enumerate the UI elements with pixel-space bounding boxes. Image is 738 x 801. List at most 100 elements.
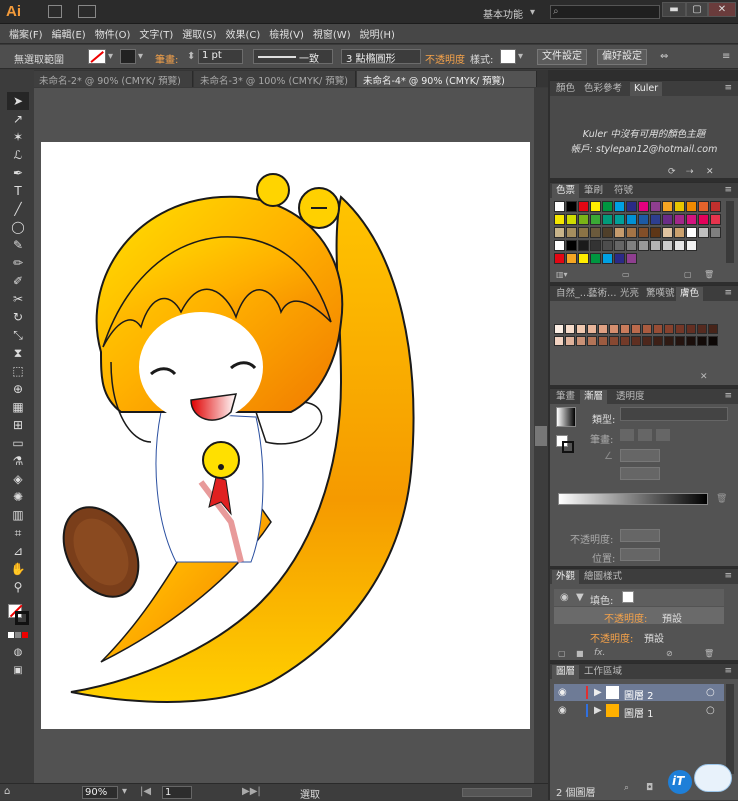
minimize-button[interactable]: ▬ xyxy=(662,2,686,17)
color-swatch[interactable] xyxy=(614,227,625,238)
paintbrush-tool-icon[interactable]: ✎ xyxy=(7,236,29,254)
tab-glossy[interactable]: 光亮 xyxy=(616,287,643,301)
eyedropper-tool-icon[interactable]: ⚗ xyxy=(7,452,29,470)
stroke-label[interactable]: 筆畫: xyxy=(155,51,178,66)
skin-tone-swatch[interactable] xyxy=(609,336,619,346)
tab-symbols[interactable]: 符號 xyxy=(610,184,637,198)
tab-exclamation[interactable]: 驚嘆號 xyxy=(642,287,679,301)
screen-mode-icon[interactable]: ▣ xyxy=(7,662,29,680)
stroke-color-icon[interactable] xyxy=(15,611,29,625)
fill-dropdown-icon[interactable]: ▾ xyxy=(108,51,113,62)
tab-gradient[interactable]: 漸層 xyxy=(580,390,608,404)
document-setup-button[interactable]: 文件設定 xyxy=(537,49,587,65)
shape-builder-tool-icon[interactable]: ⊕ xyxy=(7,380,29,398)
color-swatch[interactable] xyxy=(650,201,661,212)
tab-document-3[interactable]: 未命名-3* @ 100% (CMYK/ 預覽) xyxy=(194,71,356,87)
launch-kuler-icon[interactable]: ⇢ xyxy=(686,167,694,177)
color-swatch[interactable] xyxy=(602,253,613,264)
color-swatch[interactable] xyxy=(650,214,661,225)
skin-tone-swatch[interactable] xyxy=(598,324,608,334)
add-effect-button[interactable]: fx. xyxy=(594,648,605,658)
color-swatch[interactable] xyxy=(698,227,709,238)
color-swatch[interactable] xyxy=(638,240,649,251)
panel-menu-icon[interactable]: ≡ xyxy=(724,666,732,676)
canvas-vertical-scrollbar[interactable] xyxy=(534,88,548,783)
layer-visibility-eye-icon[interactable]: ◉ xyxy=(558,687,567,698)
menu-type[interactable]: 文字(T) xyxy=(139,26,173,41)
color-mode-icon[interactable] xyxy=(8,632,14,638)
layer-target-icon[interactable]: ○ xyxy=(706,705,715,716)
new-color-group-icon[interactable]: ▭ xyxy=(622,270,630,279)
stop-opacity-input[interactable] xyxy=(620,529,660,542)
color-swatch[interactable] xyxy=(626,214,637,225)
angle-input[interactable] xyxy=(620,449,660,462)
menu-help[interactable]: 說明(H) xyxy=(360,26,395,41)
opacity-label[interactable]: 不透明度 xyxy=(425,51,465,66)
color-swatch[interactable] xyxy=(554,227,565,238)
layer-row-2[interactable]: ◉ ▶ 圖層 2 ○ xyxy=(554,684,724,702)
menu-edit[interactable]: 編輯(E) xyxy=(52,26,86,41)
skin-tone-swatch[interactable] xyxy=(675,336,685,346)
color-swatch[interactable] xyxy=(686,214,697,225)
fill-opacity-link[interactable]: 不透明度: xyxy=(604,610,647,625)
color-swatch[interactable] xyxy=(554,240,565,251)
stop-location-input[interactable] xyxy=(620,548,660,561)
add-stroke-icon[interactable]: ▢ xyxy=(558,649,566,658)
menu-view[interactable]: 檢視(V) xyxy=(269,26,304,41)
tab-appearance[interactable]: 外觀 xyxy=(552,570,580,584)
type-tool-icon[interactable]: T xyxy=(7,182,29,200)
color-swatch[interactable] xyxy=(674,214,685,225)
swatches-scrollbar[interactable] xyxy=(726,201,734,263)
tab-graphic-styles[interactable]: 繪圖樣式 xyxy=(580,570,626,584)
skin-tone-swatch[interactable] xyxy=(708,324,718,334)
panel-menu-icon[interactable]: ≡ xyxy=(724,288,732,298)
tab-color-guide[interactable]: 色彩參考 xyxy=(580,82,626,96)
color-swatch[interactable] xyxy=(626,227,637,238)
color-swatch[interactable] xyxy=(554,253,565,264)
panel-menu-icon[interactable]: ≡ xyxy=(724,391,732,401)
skin-tone-swatch[interactable] xyxy=(708,336,718,346)
zoom-level-field[interactable]: 90% xyxy=(82,786,118,799)
color-swatch[interactable] xyxy=(554,214,565,225)
color-swatch[interactable] xyxy=(602,201,613,212)
selection-tool-icon[interactable]: ➤ xyxy=(7,92,29,110)
color-swatch[interactable] xyxy=(578,201,589,212)
color-swatch[interactable] xyxy=(638,201,649,212)
make-clipping-mask-icon[interactable]: ◘ xyxy=(646,783,653,793)
skin-tone-swatch[interactable] xyxy=(554,324,564,334)
color-swatch[interactable] xyxy=(662,227,673,238)
color-swatch[interactable] xyxy=(614,201,625,212)
clear-appearance-icon[interactable]: ⊘ xyxy=(666,649,673,658)
color-swatch[interactable] xyxy=(578,227,589,238)
stroke-across-icon[interactable] xyxy=(656,429,670,441)
skin-tone-swatch[interactable] xyxy=(631,336,641,346)
line-tool-icon[interactable]: ╱ xyxy=(7,200,29,218)
library-nav-icon[interactable]: ✕ xyxy=(700,372,708,382)
skin-tone-swatch[interactable] xyxy=(609,324,619,334)
skin-tone-swatch[interactable] xyxy=(576,324,586,334)
color-swatch[interactable] xyxy=(650,227,661,238)
menu-effect[interactable]: 效果(C) xyxy=(225,26,260,41)
appearance-fill-row[interactable]: ◉ ▼ 填色: xyxy=(554,589,724,607)
skin-tone-swatch[interactable] xyxy=(686,336,696,346)
color-swatch[interactable] xyxy=(614,214,625,225)
lasso-tool-icon[interactable]: ℒ xyxy=(7,146,29,164)
tab-stroke[interactable]: 筆畫 xyxy=(552,390,579,404)
color-swatch[interactable] xyxy=(626,253,637,264)
color-swatch[interactable] xyxy=(566,240,577,251)
close-button[interactable]: ✕ xyxy=(708,2,736,17)
maximize-button[interactable]: ▢ xyxy=(686,2,708,17)
expand-triangle-icon[interactable]: ▼ xyxy=(576,592,584,603)
color-swatch[interactable] xyxy=(710,214,721,225)
color-swatch[interactable] xyxy=(590,253,601,264)
skin-tone-swatch[interactable] xyxy=(642,336,652,346)
arrange-documents-icon[interactable] xyxy=(78,5,96,18)
color-swatch[interactable] xyxy=(602,227,613,238)
brush-definition[interactable]: 3 點橢圓形 xyxy=(341,49,421,65)
menu-window[interactable]: 視窗(W) xyxy=(313,26,351,41)
scale-tool-icon[interactable]: ⤡ xyxy=(7,326,29,344)
fill-swatch[interactable] xyxy=(88,49,106,64)
skin-tone-swatch[interactable] xyxy=(587,324,597,334)
draw-mode-icon[interactable]: ◍ xyxy=(7,644,29,662)
kuler-options-icon[interactable]: ✕ xyxy=(706,167,714,177)
